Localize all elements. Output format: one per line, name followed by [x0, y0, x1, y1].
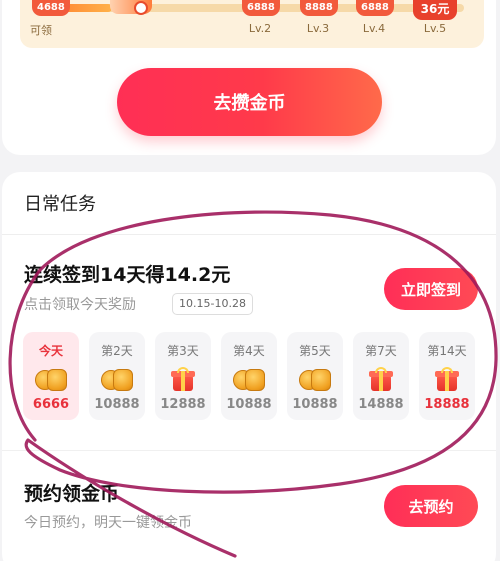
coin-icon	[35, 367, 67, 391]
level-start-coins: 4688	[32, 0, 70, 16]
level-2-label: Lv.2	[248, 22, 272, 35]
day-amount: 10888	[226, 397, 272, 412]
day-label: 第7天	[365, 344, 397, 358]
checkin-day-7[interactable]: 第7天 14888	[353, 332, 409, 420]
level-progress-strip: 4688 可领 6888 Lv.2 8888 Lv.3 6888 Lv.4 36…	[20, 0, 484, 48]
day-label: 第2天	[101, 344, 133, 358]
coin-icon	[101, 367, 133, 391]
day-label: 今天	[38, 344, 63, 358]
gift-icon	[365, 367, 397, 391]
divider	[2, 450, 496, 451]
day-amount: 18888	[424, 397, 470, 412]
checkin-day-14[interactable]: 第14天 18888	[419, 332, 475, 420]
day-label: 第14天	[427, 344, 467, 358]
coin-icon	[233, 367, 265, 391]
reserve-title: 预约领金币	[24, 483, 120, 505]
day-label: 第5天	[299, 344, 331, 358]
checkin-subtitle: 点击领取今天奖励	[24, 297, 136, 313]
level-3-label: Lv.3	[306, 22, 330, 35]
day-label: 第3天	[167, 344, 199, 358]
level-5-label: Lv.5	[423, 22, 447, 35]
level-5-reward: 36元	[413, 0, 457, 20]
level-start-label: 可领	[30, 24, 52, 37]
gift-icon	[167, 367, 199, 391]
level-4-coins: 6888	[356, 0, 394, 16]
divider	[2, 234, 496, 235]
checkin-day-3[interactable]: 第3天 12888	[155, 332, 211, 420]
section-title: 日常任务	[24, 194, 96, 215]
checkin-day-today[interactable]: 今天 6666	[23, 332, 79, 420]
checkin-title: 连续签到14天得14.2元	[24, 264, 231, 286]
gift-icon	[431, 367, 463, 391]
day-label: 第4天	[233, 344, 265, 358]
collect-coins-button[interactable]: 去攒金币	[117, 68, 382, 136]
day-amount: 10888	[94, 397, 140, 412]
day-amount: 6666	[32, 397, 70, 412]
day-amount: 10888	[292, 397, 338, 412]
reserve-subtitle: 今日预约，明天一键领金币	[24, 515, 192, 531]
level-3-coins: 8888	[300, 0, 338, 16]
daily-tasks-card: 日常任务 连续签到14天得14.2元 点击领取今天奖励 10.15-10.28 …	[2, 172, 496, 561]
day-amount: 14888	[358, 397, 404, 412]
checkin-day-2[interactable]: 第2天 10888	[89, 332, 145, 420]
level-2-coins: 6888	[242, 0, 280, 16]
level-4-label: Lv.4	[362, 22, 386, 35]
checkin-date-range: 10.15-10.28	[172, 293, 253, 315]
reserve-button[interactable]: 去预约	[384, 485, 478, 527]
checkin-button[interactable]: 立即签到	[384, 268, 478, 310]
rocket-icon	[110, 0, 152, 15]
checkin-day-4[interactable]: 第4天 10888	[221, 332, 277, 420]
checkin-days-row: 今天 6666 第2天 10888 第3天 12888 第4天 10888 第5…	[23, 332, 499, 420]
checkin-day-5[interactable]: 第5天 10888	[287, 332, 343, 420]
coin-icon	[299, 367, 331, 391]
day-amount: 12888	[160, 397, 206, 412]
